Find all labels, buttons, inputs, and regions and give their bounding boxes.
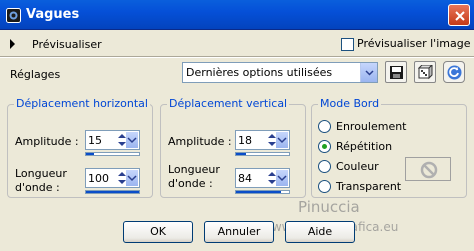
- vertical-wavelength-input[interactable]: 84: [235, 168, 290, 188]
- no-color-icon: [420, 161, 438, 179]
- vertical-amplitude-slider[interactable]: [235, 152, 290, 156]
- vertical-amplitude-input[interactable]: 18: [235, 130, 290, 150]
- edge-mode-group: Mode Bord Enroulement Répétition Couleur…: [311, 97, 467, 198]
- reset-icon: [447, 65, 462, 80]
- group-title: Déplacement vertical: [167, 97, 290, 110]
- help-button[interactable]: Aide: [285, 221, 355, 243]
- slider-fill: [86, 153, 94, 155]
- horizontal-wavelength-slider[interactable]: [85, 190, 140, 194]
- preview-image-checkbox[interactable]: [341, 38, 354, 51]
- chevron-down-icon[interactable]: [360, 63, 377, 82]
- expand-arrow-icon[interactable]: [10, 39, 15, 49]
- wavelength-label: Longueur d'onde :: [15, 167, 67, 194]
- amplitude-label: Amplitude :: [15, 135, 79, 148]
- radio-transparent[interactable]: [318, 180, 331, 193]
- radio-wrap[interactable]: [318, 120, 331, 133]
- color-swatch[interactable]: [405, 157, 451, 181]
- group-title: Mode Bord: [318, 97, 382, 110]
- amplitude-value: 18: [238, 134, 252, 147]
- vertical-displacement-group: Déplacement vertical Amplitude : 18 Long…: [160, 97, 306, 198]
- window-title: Vagues: [26, 7, 80, 22]
- wavelength-label: Longueur d'onde :: [168, 163, 220, 190]
- radio-label-transparent[interactable]: Transparent: [336, 180, 401, 193]
- group-title: Déplacement horizontal: [14, 97, 150, 110]
- preview-label[interactable]: Prévisualiser: [32, 38, 102, 51]
- chevron-down-icon[interactable]: [276, 132, 288, 148]
- ok-button[interactable]: OK: [123, 221, 193, 243]
- chevron-down-icon[interactable]: [276, 170, 288, 186]
- slider-fill: [236, 191, 281, 193]
- randomize-button[interactable]: [414, 61, 436, 83]
- horizontal-amplitude-slider[interactable]: [85, 152, 140, 156]
- radio-label-wrap[interactable]: Enroulement: [336, 120, 407, 133]
- save-icon: [390, 66, 403, 79]
- horizontal-amplitude-input[interactable]: 15: [85, 130, 140, 150]
- preview-row: Prévisualiser Prévisualiser l'image: [0, 31, 474, 57]
- amplitude-value: 15: [88, 134, 102, 147]
- chevron-down-icon[interactable]: [126, 170, 138, 186]
- vertical-wavelength-slider[interactable]: [235, 190, 290, 194]
- save-preset-button[interactable]: [385, 61, 407, 83]
- settings-label: Réglages: [10, 68, 61, 81]
- wavelength-value: 84: [238, 172, 252, 185]
- close-icon: [455, 11, 465, 21]
- slider-fill: [86, 191, 139, 193]
- app-icon: [6, 8, 21, 23]
- radio-label-repeat[interactable]: Répétition: [336, 140, 392, 153]
- chevron-down-icon[interactable]: [126, 132, 138, 148]
- radio-label-color[interactable]: Couleur: [336, 160, 379, 173]
- horizontal-displacement-group: Déplacement horizontal Amplitude : 15 Lo…: [7, 97, 153, 198]
- reset-button[interactable]: [443, 61, 465, 83]
- preview-image-label[interactable]: Prévisualiser l'image: [357, 37, 470, 50]
- preset-dropdown[interactable]: Dernières options utilisées: [182, 62, 378, 83]
- cancel-button[interactable]: Annuler: [204, 221, 274, 243]
- amplitude-label: Amplitude :: [168, 135, 232, 148]
- watermark-title: Pinuccia: [298, 198, 360, 216]
- preset-value: Dernières options utilisées: [186, 66, 333, 79]
- radio-repeat[interactable]: [318, 140, 331, 153]
- slider-fill: [236, 153, 246, 155]
- horizontal-wavelength-input[interactable]: 100: [85, 168, 140, 188]
- close-button[interactable]: [448, 4, 470, 26]
- dice-icon: [418, 65, 433, 80]
- radio-color[interactable]: [318, 160, 331, 173]
- title-bar: Vagues: [0, 0, 474, 30]
- wavelength-value: 100: [88, 172, 109, 185]
- settings-row: Réglages Dernières options utilisées: [0, 58, 474, 92]
